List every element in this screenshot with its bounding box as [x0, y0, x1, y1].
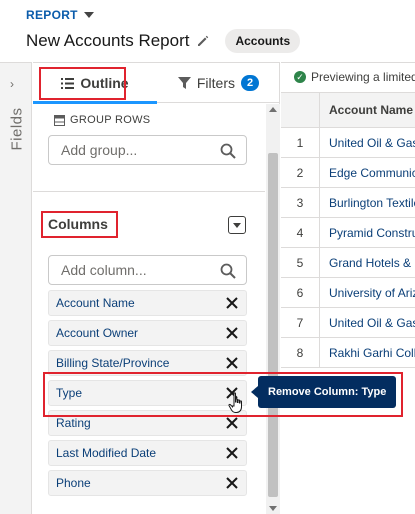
table-row: 6 University of Arizona — [281, 278, 415, 308]
table-row: 7 United Oil & Gas Ltd. — [281, 308, 415, 338]
column-item[interactable]: Phone — [48, 470, 247, 496]
remove-column-tooltip: Remove Column: Type — [250, 376, 397, 408]
remove-column-icon[interactable] — [225, 356, 239, 370]
list-icon — [61, 77, 75, 89]
table-row: 4 Pyramid Construction — [281, 218, 415, 248]
scrollbar-thumb[interactable] — [268, 153, 278, 497]
column-item[interactable]: Billing State/Province — [48, 350, 247, 376]
report-header: REPORT New Accounts Report Accounts — [0, 0, 415, 62]
outline-scroll-area: GROUP ROWS Add group... Columns Add colu… — [33, 104, 280, 514]
table-row: 5 Grand Hotels & Resorts — [281, 248, 415, 278]
account-name-cell[interactable]: Edge Communications — [329, 166, 415, 180]
column-item-label: Account Name — [56, 296, 135, 310]
caret-down-icon — [83, 12, 94, 18]
panel-tabs: Outline Filters 2 — [33, 63, 280, 104]
account-name-cell[interactable]: Grand Hotels & Resorts — [329, 256, 415, 270]
remove-column-icon[interactable] — [225, 476, 239, 490]
report-preview: ✓ Previewing a limited number of records… — [281, 62, 415, 514]
preview-banner-text: Previewing a limited number of records — [311, 70, 415, 84]
column-header-account-name[interactable]: Account Name — [329, 103, 413, 117]
report-type-label: REPORT — [26, 8, 78, 22]
pencil-icon[interactable] — [196, 34, 210, 48]
add-column-placeholder: Add column... — [61, 262, 147, 278]
column-item-label: Account Owner — [56, 326, 139, 340]
search-icon — [220, 263, 236, 279]
group-rows-heading: GROUP ROWS — [54, 114, 150, 126]
columns-heading: Columns — [48, 216, 108, 232]
preview-banner: ✓ Previewing a limited number of records — [281, 63, 415, 91]
account-name-cell[interactable]: University of Arizona — [329, 286, 415, 300]
column-item-label: Billing State/Province — [56, 356, 170, 370]
table-row: 1 United Oil & Gas Corp. — [281, 128, 415, 158]
column-item-label: Phone — [56, 476, 91, 490]
table-icon — [54, 114, 65, 126]
remove-column-icon[interactable] — [225, 416, 239, 430]
title-row: New Accounts Report Accounts — [26, 29, 301, 53]
object-badge: Accounts — [225, 29, 301, 53]
row-number: 7 — [281, 308, 320, 338]
group-rows-label: GROUP ROWS — [70, 114, 151, 126]
report-title: New Accounts Report — [26, 31, 190, 50]
table-row: 2 Edge Communications — [281, 158, 415, 188]
table-header: Account Name — [281, 92, 415, 128]
remove-column-icon[interactable] — [225, 326, 239, 340]
add-group-placeholder: Add group... — [61, 142, 138, 158]
account-name-cell[interactable]: Pyramid Construction — [329, 226, 415, 240]
tab-outline-label: Outline — [80, 75, 129, 91]
search-icon — [220, 143, 236, 159]
column-item-label: Rating — [56, 416, 91, 430]
account-name-cell[interactable]: Burlington Textiles — [329, 196, 415, 210]
column-item[interactable]: Rating — [48, 410, 247, 436]
row-number: 6 — [281, 278, 320, 308]
fields-rail[interactable]: › Fields — [0, 62, 32, 514]
table-row: 3 Burlington Textiles — [281, 188, 415, 218]
filters-count-badge: 2 — [241, 75, 260, 91]
account-name-cell[interactable]: Rakhi Garhi Collections — [329, 346, 415, 360]
column-item-label: Type — [56, 386, 83, 400]
row-number: 4 — [281, 218, 320, 248]
section-divider — [33, 191, 265, 192]
column-item[interactable]: Account Owner — [48, 320, 247, 346]
tab-outline[interactable]: Outline — [33, 63, 157, 104]
row-number: 1 — [281, 128, 320, 158]
tab-filters-label: Filters — [196, 75, 235, 91]
column-item[interactable]: Last Modified Date — [48, 440, 247, 466]
check-circle-icon: ✓ — [294, 71, 306, 83]
row-number: 3 — [281, 188, 320, 218]
columns-menu-button[interactable] — [228, 216, 246, 234]
account-name-cell[interactable]: United Oil & Gas Ltd. — [329, 316, 415, 330]
column-item-label: Last Modified Date — [56, 446, 157, 460]
report-type-menu[interactable]: REPORT — [26, 8, 94, 22]
filter-icon — [177, 76, 191, 89]
remove-column-icon[interactable] — [225, 446, 239, 460]
fields-label: Fields — [8, 107, 26, 151]
scroll-down-arrow-icon[interactable] — [269, 506, 277, 511]
account-name-cell[interactable]: United Oil & Gas Corp. — [329, 136, 415, 150]
table-row: 8 Rakhi Garhi Collections — [281, 338, 415, 368]
add-column-input[interactable]: Add column... — [48, 255, 247, 285]
scroll-up-arrow-icon[interactable] — [269, 107, 277, 112]
hand-cursor-icon — [228, 392, 242, 413]
outline-panel: Outline Filters 2 GROUP ROWS Add group..… — [33, 62, 280, 514]
column-item-type[interactable]: Type — [48, 380, 247, 406]
column-item[interactable]: Account Name — [48, 290, 247, 316]
row-number: 5 — [281, 248, 320, 278]
tab-filters[interactable]: Filters 2 — [157, 63, 280, 103]
row-number-header — [281, 93, 320, 128]
row-number: 8 — [281, 338, 320, 368]
add-group-input[interactable]: Add group... — [48, 135, 247, 165]
panel-scrollbar[interactable] — [266, 104, 280, 514]
remove-column-icon[interactable] — [225, 296, 239, 310]
chevron-right-icon[interactable]: › — [10, 77, 14, 91]
row-number: 2 — [281, 158, 320, 188]
